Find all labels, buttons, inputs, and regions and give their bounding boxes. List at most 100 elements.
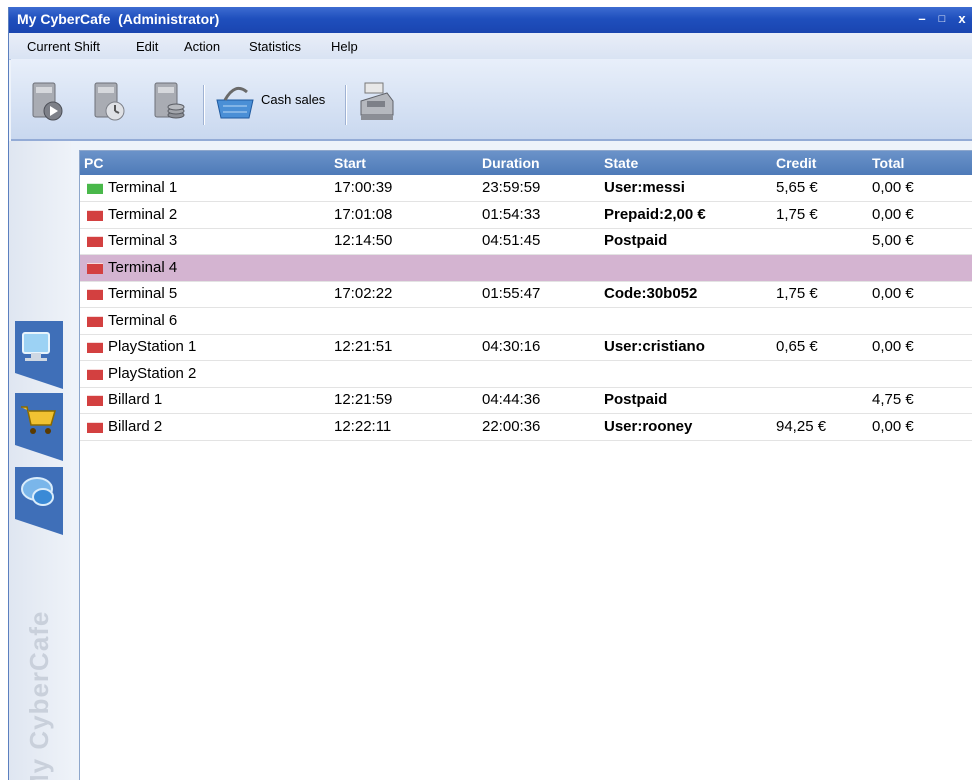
pc-name-cell: Terminal 2 [108,205,178,223]
table-row[interactable]: Terminal 1 17:00:39 23:59:59 User:messi 5,65… [80,175,972,202]
pc-name-cell: Terminal 4 [108,258,178,276]
table-row[interactable]: Terminal 6 [80,308,972,335]
app-window: My CyberCafe (Administrator) – □ x Curre… [8,7,972,780]
shopping-cart-icon [15,393,63,461]
column-header-duration[interactable]: Duration [482,155,540,171]
duration-cell: 04:51:45 [482,232,541,249]
state-cell: Postpaid [604,391,668,408]
duration-cell: 01:54:33 [482,205,541,223]
table-row[interactable]: Terminal 4 [80,254,972,282]
pc-name-cell: Terminal 3 [108,232,178,249]
stop-session-icon [94,82,125,121]
total-cell: 0,00 € [872,417,914,435]
credit-cell: 94,25 € [776,417,827,435]
table-header: PC Start Duration State Credit Total [80,151,972,175]
menu-help[interactable]: Help [331,39,358,54]
status-offline-icon [87,315,103,327]
start-cell: 12:21:51 [334,338,393,355]
column-header-start[interactable]: Start [334,155,366,171]
window-title: My CyberCafe (Administrator) [17,11,220,27]
status-offline-icon [87,236,103,247]
menu-current-shift[interactable]: Current Shift [27,39,100,54]
basket-icon [216,86,254,119]
pc-name-cell: PlayStation 1 [108,338,197,355]
column-header-total[interactable]: Total [872,155,904,171]
chat-icon [15,467,63,535]
duration-cell: 04:30:16 [482,338,541,355]
column-header-state[interactable]: State [604,155,638,171]
menu-bar: Current Shift Edit Action Statistics Hel… [9,33,972,60]
total-cell: 0,00 € [872,205,914,223]
menu-edit[interactable]: Edit [136,39,158,54]
sidebar-tab-monitor[interactable] [15,321,63,389]
credit-cell: 5,65 € [776,179,818,196]
toolbar-separator [345,85,347,125]
status-online-icon [87,183,103,194]
total-cell: 0,00 € [872,179,914,196]
cash-register-coins-icon [154,82,185,119]
maximize-button[interactable]: □ [935,11,949,27]
state-cell: Prepaid:2,00 € [604,205,706,223]
state-cell: User:messi [604,179,685,196]
duration-cell: 22:00:36 [482,417,541,435]
table-row[interactable]: Billard 2 12:22:11 22:00:36 User:rooney 94,2… [80,414,972,441]
menu-statistics[interactable]: Statistics [249,39,301,54]
column-header-pc[interactable]: PC [84,155,103,171]
duration-cell: 23:59:59 [482,179,541,196]
close-button[interactable]: x [955,11,969,27]
sidebar-tab-chat[interactable] [15,467,63,535]
toolbar-separator [203,85,205,125]
pc-name-cell: Billard 2 [108,417,163,435]
state-cell: User:cristiano [604,338,705,355]
menu-action[interactable]: Action [184,39,220,54]
duration-cell: 04:44:36 [482,391,541,408]
stop-session-button[interactable] [89,79,129,123]
sidebar-brand: My CyberCafe [24,610,54,780]
cash-register-button[interactable] [357,79,397,123]
start-cell: 17:01:08 [334,205,393,223]
cash-register-icon [360,82,394,120]
pc-table: PC Start Duration State Credit Total Ter… [79,150,972,780]
start-session-icon [32,82,63,121]
credit-cell: 0,65 € [776,338,818,355]
table-row[interactable]: Terminal 3 12:14:50 04:51:45 Postpaid 5,00 € [80,228,972,255]
total-cell: 5,00 € [872,232,914,249]
start-cell: 12:14:50 [334,232,393,249]
state-cell: User:rooney [604,417,693,435]
table-row[interactable]: PlayStation 1 12:21:51 04:30:16 User:cristi… [80,334,972,361]
toolbar: Cash sales [11,59,972,141]
duration-cell: 01:55:47 [482,285,541,302]
table-row[interactable]: Terminal 2 17:01:08 01:54:33 Prepaid:2,00 €… [80,202,972,229]
start-cell: 12:21:59 [334,391,393,408]
title-bar[interactable]: My CyberCafe (Administrator) – □ x [9,7,972,33]
coins-button[interactable] [149,79,189,123]
cash-sales-label: Cash sales [261,92,326,107]
start-cell: 12:22:11 [334,417,392,435]
table-row[interactable]: Terminal 5 17:02:22 01:55:47 Code:30b052 1,7… [80,281,972,308]
status-offline-icon [87,262,103,274]
table-row[interactable]: Billard 1 12:21:59 04:44:36 Postpaid 4,75 € [80,387,972,414]
pc-name-cell: PlayStation 2 [108,364,197,382]
pc-name-cell: Terminal 6 [108,311,178,329]
status-offline-icon [87,368,103,380]
pc-name-cell: Terminal 5 [108,285,178,302]
status-offline-icon [87,342,103,353]
sidebar-tab-shop[interactable] [15,393,63,461]
status-offline-icon [87,421,103,433]
start-cell: 17:02:22 [334,285,393,302]
pc-name-cell: Billard 1 [108,391,163,408]
status-offline-icon [87,289,103,300]
minimize-button[interactable]: – [915,11,929,27]
credit-cell: 1,75 € [776,205,818,223]
cash-sales-button[interactable]: Cash sales [209,80,339,124]
column-header-credit[interactable]: Credit [776,155,816,171]
status-offline-icon [87,209,103,221]
start-cell: 17:00:39 [334,179,393,196]
total-cell: 0,00 € [872,285,914,302]
start-session-button[interactable] [27,79,67,123]
table-row[interactable]: PlayStation 2 [80,361,972,388]
total-cell: 4,75 € [872,391,914,408]
state-cell: Postpaid [604,232,668,249]
total-cell: 0,00 € [872,338,914,355]
pc-name-cell: Terminal 1 [108,179,178,196]
